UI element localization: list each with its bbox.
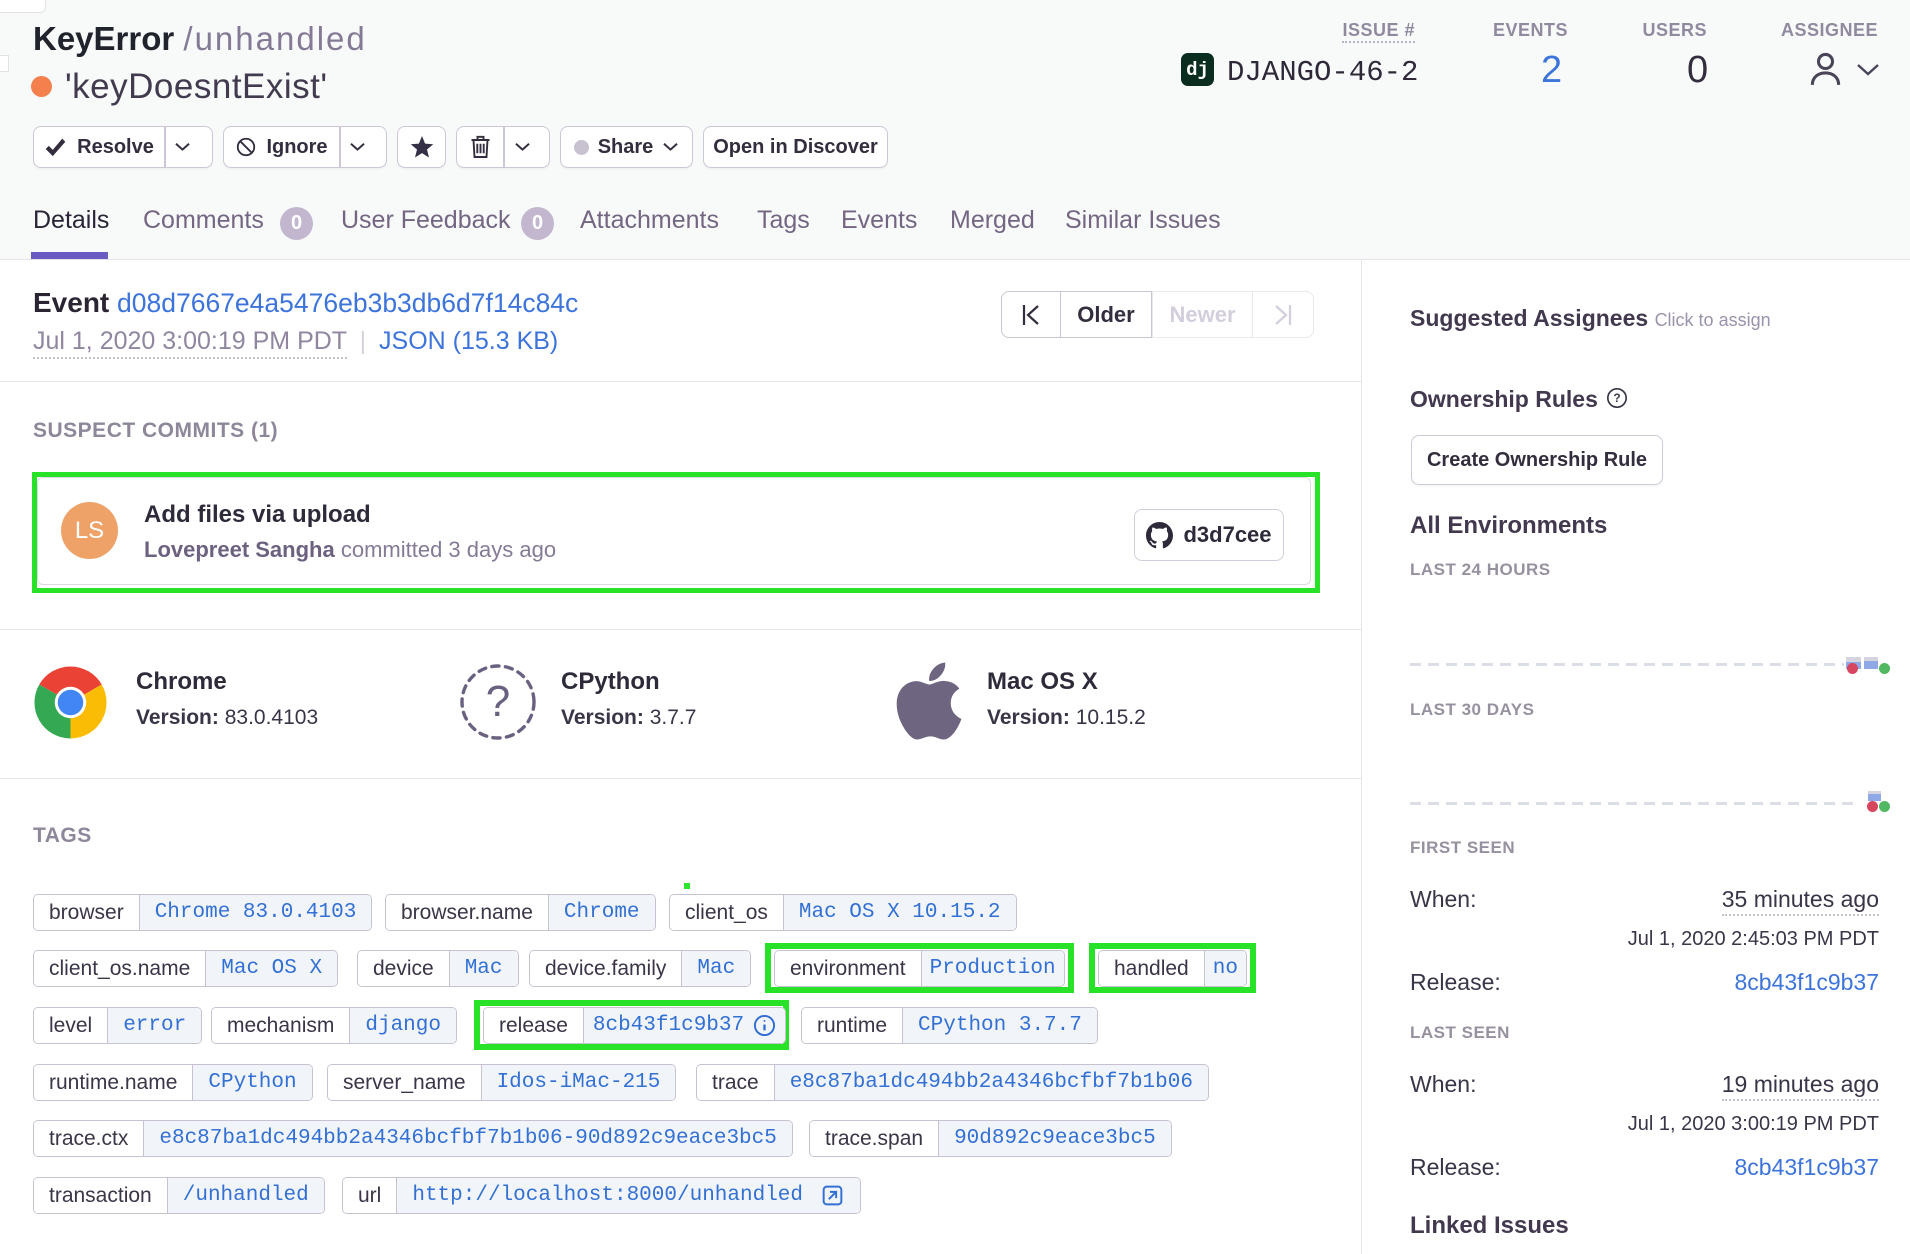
svg-text:?: ?	[1613, 391, 1620, 405]
